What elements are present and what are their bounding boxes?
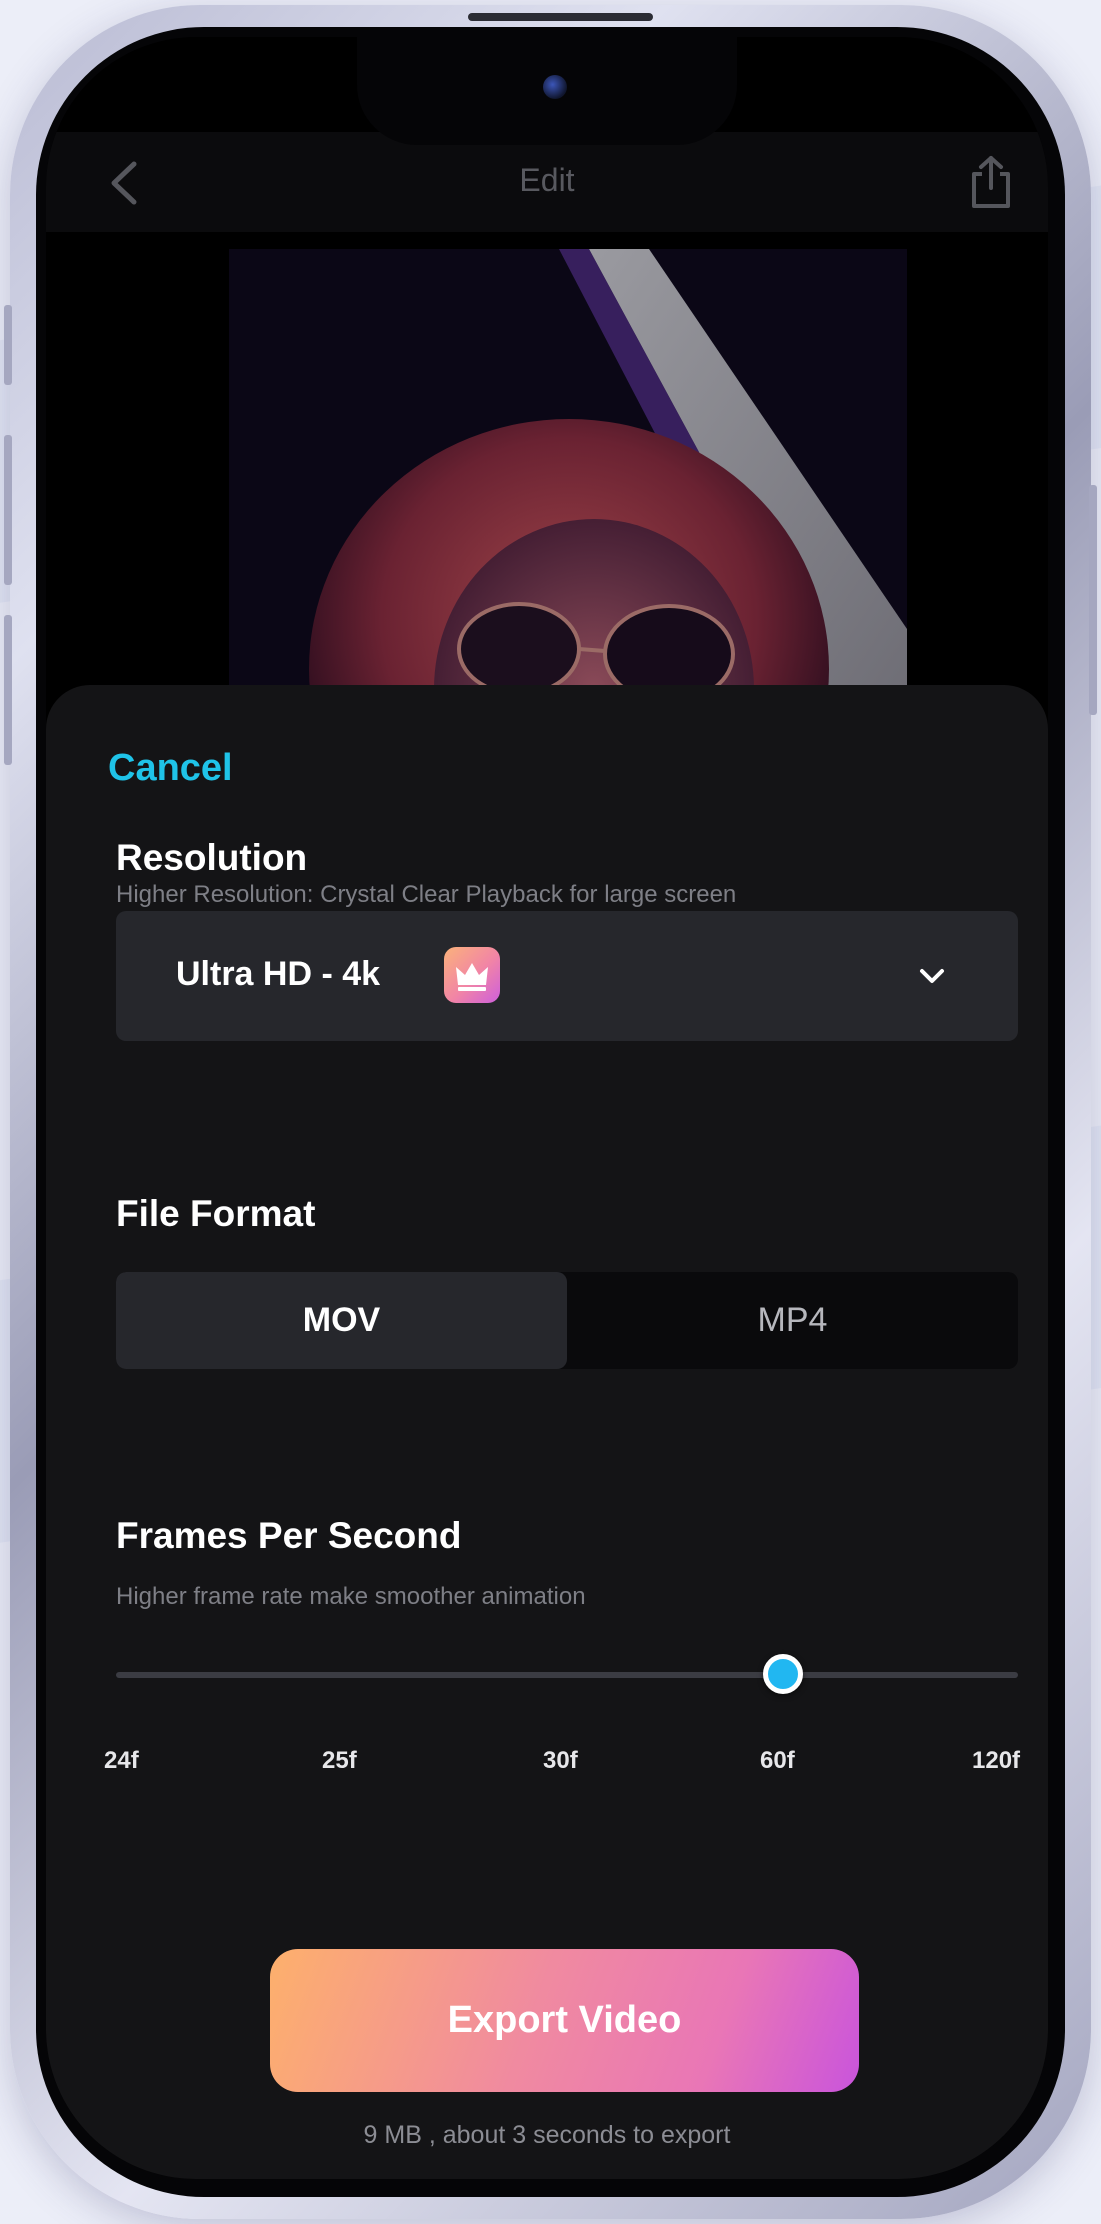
fps-title: Frames Per Second: [116, 1515, 462, 1556]
fps-slider-track[interactable]: [116, 1672, 1018, 1678]
fps-tick-label[interactable]: 25f: [322, 1747, 357, 1775]
page-title: Edit: [519, 162, 575, 198]
notch: [357, 37, 737, 145]
fps-slider-thumb[interactable]: [763, 1654, 804, 1694]
top-bar: Edit: [46, 132, 1048, 232]
resolution-dropdown[interactable]: Ultra HD - 4k: [116, 911, 1018, 1041]
speaker-grille: [468, 13, 653, 21]
mute-switch: [4, 305, 12, 385]
preview-illustration: [229, 249, 907, 729]
resolution-title: Resolution: [116, 837, 308, 878]
format-option-mp4[interactable]: MP4: [567, 1272, 1018, 1369]
export-estimate: 9 MB , about 3 seconds to export: [363, 2121, 731, 2149]
file-format-segmented-control: MOV MP4: [116, 1272, 1018, 1369]
resolution-value: Ultra HD - 4k: [176, 955, 381, 993]
fps-tick-label[interactable]: 24f: [104, 1747, 139, 1775]
video-preview: [229, 249, 907, 729]
file-format-title: File Format: [116, 1193, 316, 1234]
volume-up-button: [4, 435, 12, 585]
front-camera: [543, 75, 567, 99]
fps-tick-label[interactable]: 60f: [760, 1747, 795, 1775]
fps-tick-label[interactable]: 120f: [972, 1747, 1020, 1775]
resolution-subtitle: Higher Resolution: Crystal Clear Playbac…: [116, 881, 737, 908]
fps-subtitle: Higher frame rate make smoother animatio…: [116, 1583, 586, 1610]
power-button: [1089, 485, 1097, 715]
fps-tick-label[interactable]: 30f: [543, 1747, 578, 1775]
export-settings-sheet: Cancel Resolution Higher Resolution: Cry…: [46, 685, 1048, 2179]
format-option-mov[interactable]: MOV: [116, 1272, 567, 1369]
crown-icon: [444, 947, 500, 1003]
share-icon[interactable]: [966, 154, 1016, 210]
volume-down-button: [4, 615, 12, 765]
export-video-button[interactable]: Export Video: [270, 1949, 859, 2092]
cancel-button[interactable]: Cancel: [108, 747, 233, 790]
phone-frame: Edit Cancel Resolution Higher Resolution…: [4, 5, 1097, 2219]
phone-screen: Edit Cancel Resolution Higher Resolution…: [46, 37, 1048, 2179]
chevron-down-icon: [920, 969, 944, 983]
